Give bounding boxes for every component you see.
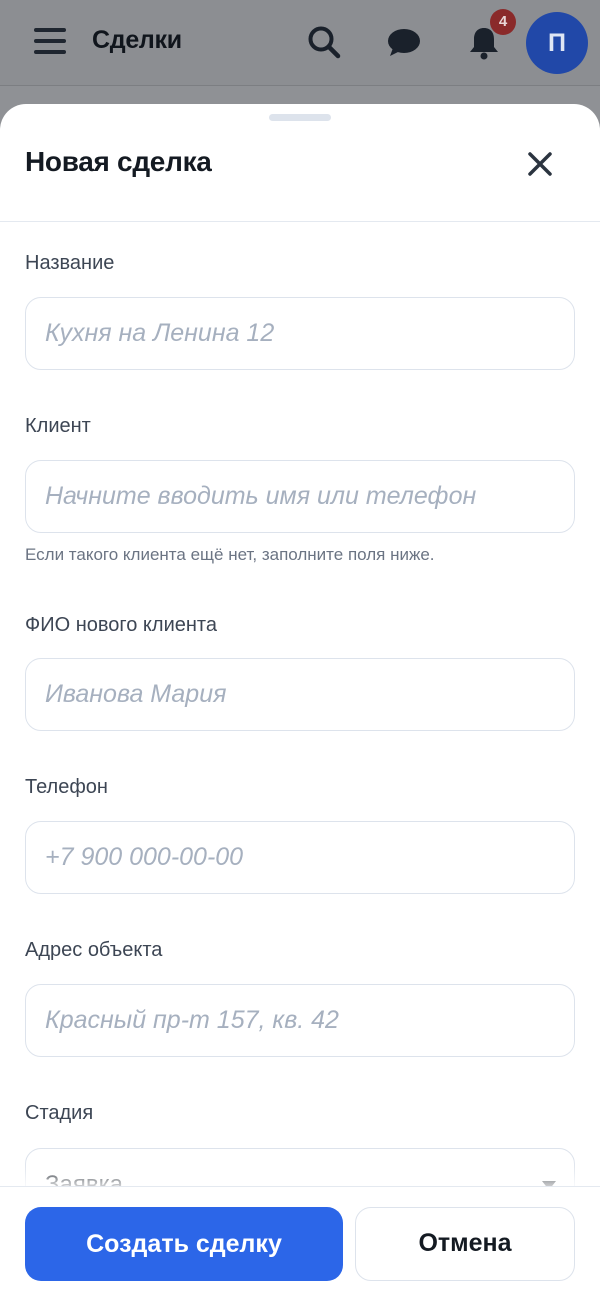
client-field[interactable]: [25, 460, 575, 533]
address-field[interactable]: [25, 984, 575, 1057]
menu-icon[interactable]: [34, 28, 66, 56]
client-input[interactable]: [26, 461, 574, 532]
sheet-title: Новая сделка: [25, 146, 212, 177]
client-label: Клиент: [25, 415, 91, 437]
notification-badge: 4: [490, 9, 516, 35]
search-icon[interactable]: [306, 24, 342, 60]
phone-field[interactable]: [25, 821, 575, 894]
close-icon[interactable]: [520, 144, 560, 184]
name-field[interactable]: [25, 297, 575, 370]
name-input[interactable]: [26, 298, 574, 369]
client-hint: Если такого клиента ещё нет, заполните п…: [25, 545, 435, 564]
page-title: Сделки: [92, 26, 182, 54]
cancel-button[interactable]: Отмена: [355, 1207, 575, 1281]
create-deal-button[interactable]: Создать сделку: [25, 1207, 343, 1281]
sheet-footer: Создать сделку Отмена: [0, 1186, 600, 1298]
new-deal-sheet: Новая сделка Название Клиент Если такого…: [0, 104, 600, 1298]
stage-label: Стадия: [25, 1102, 94, 1124]
new-client-name-field[interactable]: [25, 658, 575, 731]
new-client-name-label: ФИО нового клиента: [25, 614, 217, 636]
chat-icon[interactable]: [386, 24, 422, 60]
sheet-header: Новая сделка: [0, 104, 600, 222]
address-label: Адрес объекта: [25, 939, 163, 961]
app-bar: Сделки 4 П: [0, 0, 600, 86]
sheet-grabber[interactable]: [269, 114, 331, 121]
name-label: Название: [25, 252, 115, 274]
phone-label: Телефон: [25, 776, 108, 798]
phone-input[interactable]: [26, 822, 574, 893]
avatar[interactable]: П: [526, 12, 588, 74]
address-input[interactable]: [26, 985, 574, 1056]
new-client-name-input[interactable]: [26, 659, 574, 730]
